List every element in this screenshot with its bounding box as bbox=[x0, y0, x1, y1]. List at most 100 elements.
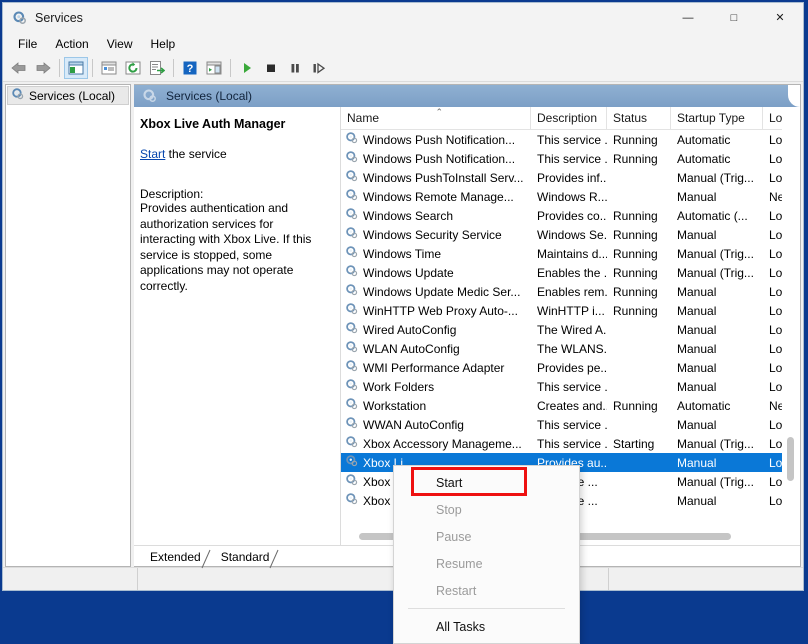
table-row[interactable]: Wired AutoConfigThe Wired A...ManualLocı bbox=[341, 320, 782, 339]
cell-startup-type: Manual bbox=[671, 456, 763, 470]
restart-service-button[interactable] bbox=[307, 57, 331, 79]
cell-status: Running bbox=[607, 152, 671, 166]
column-header-name[interactable]: Name⌃ bbox=[341, 107, 531, 129]
show-hide-console-tree-button[interactable] bbox=[64, 57, 88, 79]
service-gear-icon bbox=[345, 245, 359, 262]
column-header-log[interactable]: Log bbox=[763, 107, 782, 129]
service-gear-icon bbox=[345, 492, 359, 509]
vertical-scrollbar[interactable] bbox=[782, 107, 800, 527]
properties-button[interactable] bbox=[97, 57, 121, 79]
service-gear-icon bbox=[345, 283, 359, 300]
cell-service-name: Windows Time bbox=[341, 245, 531, 262]
stop-service-button[interactable] bbox=[259, 57, 283, 79]
table-row[interactable]: Windows TimeMaintains d...RunningManual … bbox=[341, 244, 782, 263]
table-row[interactable]: WMI Performance AdapterProvides pe...Man… bbox=[341, 358, 782, 377]
table-row[interactable]: Windows UpdateEnables the ...RunningManu… bbox=[341, 263, 782, 282]
cell-status: Running bbox=[607, 399, 671, 413]
table-row[interactable]: Windows PushToInstall Serv...Provides in… bbox=[341, 168, 782, 187]
cell-startup-type: Manual bbox=[671, 323, 763, 337]
tree-item-services-local[interactable]: Services (Local) bbox=[7, 86, 129, 105]
pane-header-label: Services (Local) bbox=[166, 89, 252, 103]
cell-description: Provides inf... bbox=[531, 171, 607, 185]
column-header-startup-type[interactable]: Startup Type bbox=[671, 107, 763, 129]
forward-button[interactable] bbox=[31, 57, 55, 79]
cell-description: This service ... bbox=[531, 437, 607, 451]
service-name-label: Windows Update bbox=[363, 266, 454, 280]
cell-service-name: Work Folders bbox=[341, 378, 531, 395]
menu-view[interactable]: View bbox=[98, 35, 142, 53]
vertical-scrollbar-thumb[interactable] bbox=[787, 437, 794, 481]
service-gear-icon bbox=[345, 473, 359, 490]
context-menu-item-start[interactable]: Start bbox=[394, 469, 579, 496]
tab-extended[interactable]: Extended bbox=[140, 549, 211, 566]
menu-help[interactable]: Help bbox=[142, 35, 185, 53]
table-row[interactable]: WLAN AutoConfigThe WLANS...ManualLocı bbox=[341, 339, 782, 358]
pause-service-button[interactable] bbox=[283, 57, 307, 79]
cell-startup-type: Manual bbox=[671, 380, 763, 394]
cell-startup-type: Automatic bbox=[671, 133, 763, 147]
cell-description: Provides pe... bbox=[531, 361, 607, 375]
table-row[interactable]: Windows Push Notification...This service… bbox=[341, 149, 782, 168]
cell-description: Windows Se... bbox=[531, 228, 607, 242]
service-gear-icon bbox=[345, 302, 359, 319]
table-row[interactable]: Windows Remote Manage...Windows R...Manu… bbox=[341, 187, 782, 206]
table-row[interactable]: WWAN AutoConfigThis service ...ManualLoc… bbox=[341, 415, 782, 434]
service-name-label: Xbox bbox=[363, 494, 390, 508]
table-row[interactable]: WorkstationCreates and...RunningAutomati… bbox=[341, 396, 782, 415]
services-window: Services — □ ✕ File Action View Help bbox=[2, 2, 804, 591]
cell-log-on-as: Locı bbox=[763, 266, 782, 280]
column-header-description[interactable]: Description bbox=[531, 107, 607, 129]
cell-description: This service ... bbox=[531, 152, 607, 166]
cell-status: Running bbox=[607, 133, 671, 147]
cell-service-name: Windows PushToInstall Serv... bbox=[341, 169, 531, 186]
tab-standard[interactable]: Standard bbox=[211, 549, 280, 566]
service-gear-icon bbox=[345, 188, 359, 205]
service-action-row: Start the service bbox=[140, 147, 330, 161]
service-detail-panel: Xbox Live Auth Manager Start the service… bbox=[134, 107, 340, 545]
table-row[interactable]: Windows SearchProvides co...RunningAutom… bbox=[341, 206, 782, 225]
cell-status: Starting bbox=[607, 437, 671, 451]
cell-description: WinHTTP i... bbox=[531, 304, 607, 318]
cell-startup-type: Manual bbox=[671, 494, 763, 508]
help-button[interactable]: ? bbox=[178, 57, 202, 79]
close-button[interactable]: ✕ bbox=[757, 3, 803, 33]
table-row[interactable]: Work FoldersThis service ...ManualLocı bbox=[341, 377, 782, 396]
context-menu-item-all-tasks[interactable]: All Tasks bbox=[394, 613, 579, 640]
cell-description: Maintains d... bbox=[531, 247, 607, 261]
cell-service-name: WWAN AutoConfig bbox=[341, 416, 531, 433]
cell-startup-type: Manual bbox=[671, 418, 763, 432]
tab-divider-icon bbox=[269, 549, 279, 569]
service-gear-icon bbox=[345, 416, 359, 433]
table-row[interactable]: Windows Push Notification...This service… bbox=[341, 130, 782, 149]
console-tree-pane: Services (Local) bbox=[5, 84, 131, 567]
window-controls: — □ ✕ bbox=[665, 3, 803, 33]
cell-service-name: Xbox Accessory Manageme... bbox=[341, 435, 531, 452]
service-name-label: Xbox bbox=[363, 475, 390, 489]
refresh-button[interactable] bbox=[121, 57, 145, 79]
services-table: Name⌃DescriptionStatusStartup TypeLog Wi… bbox=[341, 107, 782, 527]
close-icon: ✕ bbox=[775, 13, 784, 24]
cell-description: This service ... bbox=[531, 380, 607, 394]
menu-file[interactable]: File bbox=[9, 35, 46, 53]
start-service-link[interactable]: Start bbox=[140, 147, 165, 161]
column-header-status[interactable]: Status bbox=[607, 107, 671, 129]
cell-log-on-as: Locı bbox=[763, 285, 782, 299]
show-action-pane-button[interactable] bbox=[202, 57, 226, 79]
cell-log-on-as: Netı bbox=[763, 399, 782, 413]
minimize-button[interactable]: — bbox=[665, 3, 711, 33]
export-list-button[interactable] bbox=[145, 57, 169, 79]
service-gear-icon bbox=[345, 454, 359, 471]
table-row[interactable]: Windows Update Medic Ser...Enables rem..… bbox=[341, 282, 782, 301]
service-name-label: Wired AutoConfig bbox=[363, 323, 456, 337]
cell-log-on-as: Locı bbox=[763, 361, 782, 375]
cell-service-name: Windows Push Notification... bbox=[341, 150, 531, 167]
table-row[interactable]: WinHTTP Web Proxy Auto-...WinHTTP i...Ru… bbox=[341, 301, 782, 320]
table-row[interactable]: Windows Security ServiceWindows Se...Run… bbox=[341, 225, 782, 244]
tab-extended-label: Extended bbox=[150, 550, 201, 564]
maximize-button[interactable]: □ bbox=[711, 3, 757, 33]
table-row[interactable]: Xbox Accessory Manageme...This service .… bbox=[341, 434, 782, 453]
menu-action[interactable]: Action bbox=[46, 35, 97, 53]
context-menu-item-restart: Restart bbox=[394, 577, 579, 604]
back-button[interactable] bbox=[7, 57, 31, 79]
start-service-button[interactable] bbox=[235, 57, 259, 79]
